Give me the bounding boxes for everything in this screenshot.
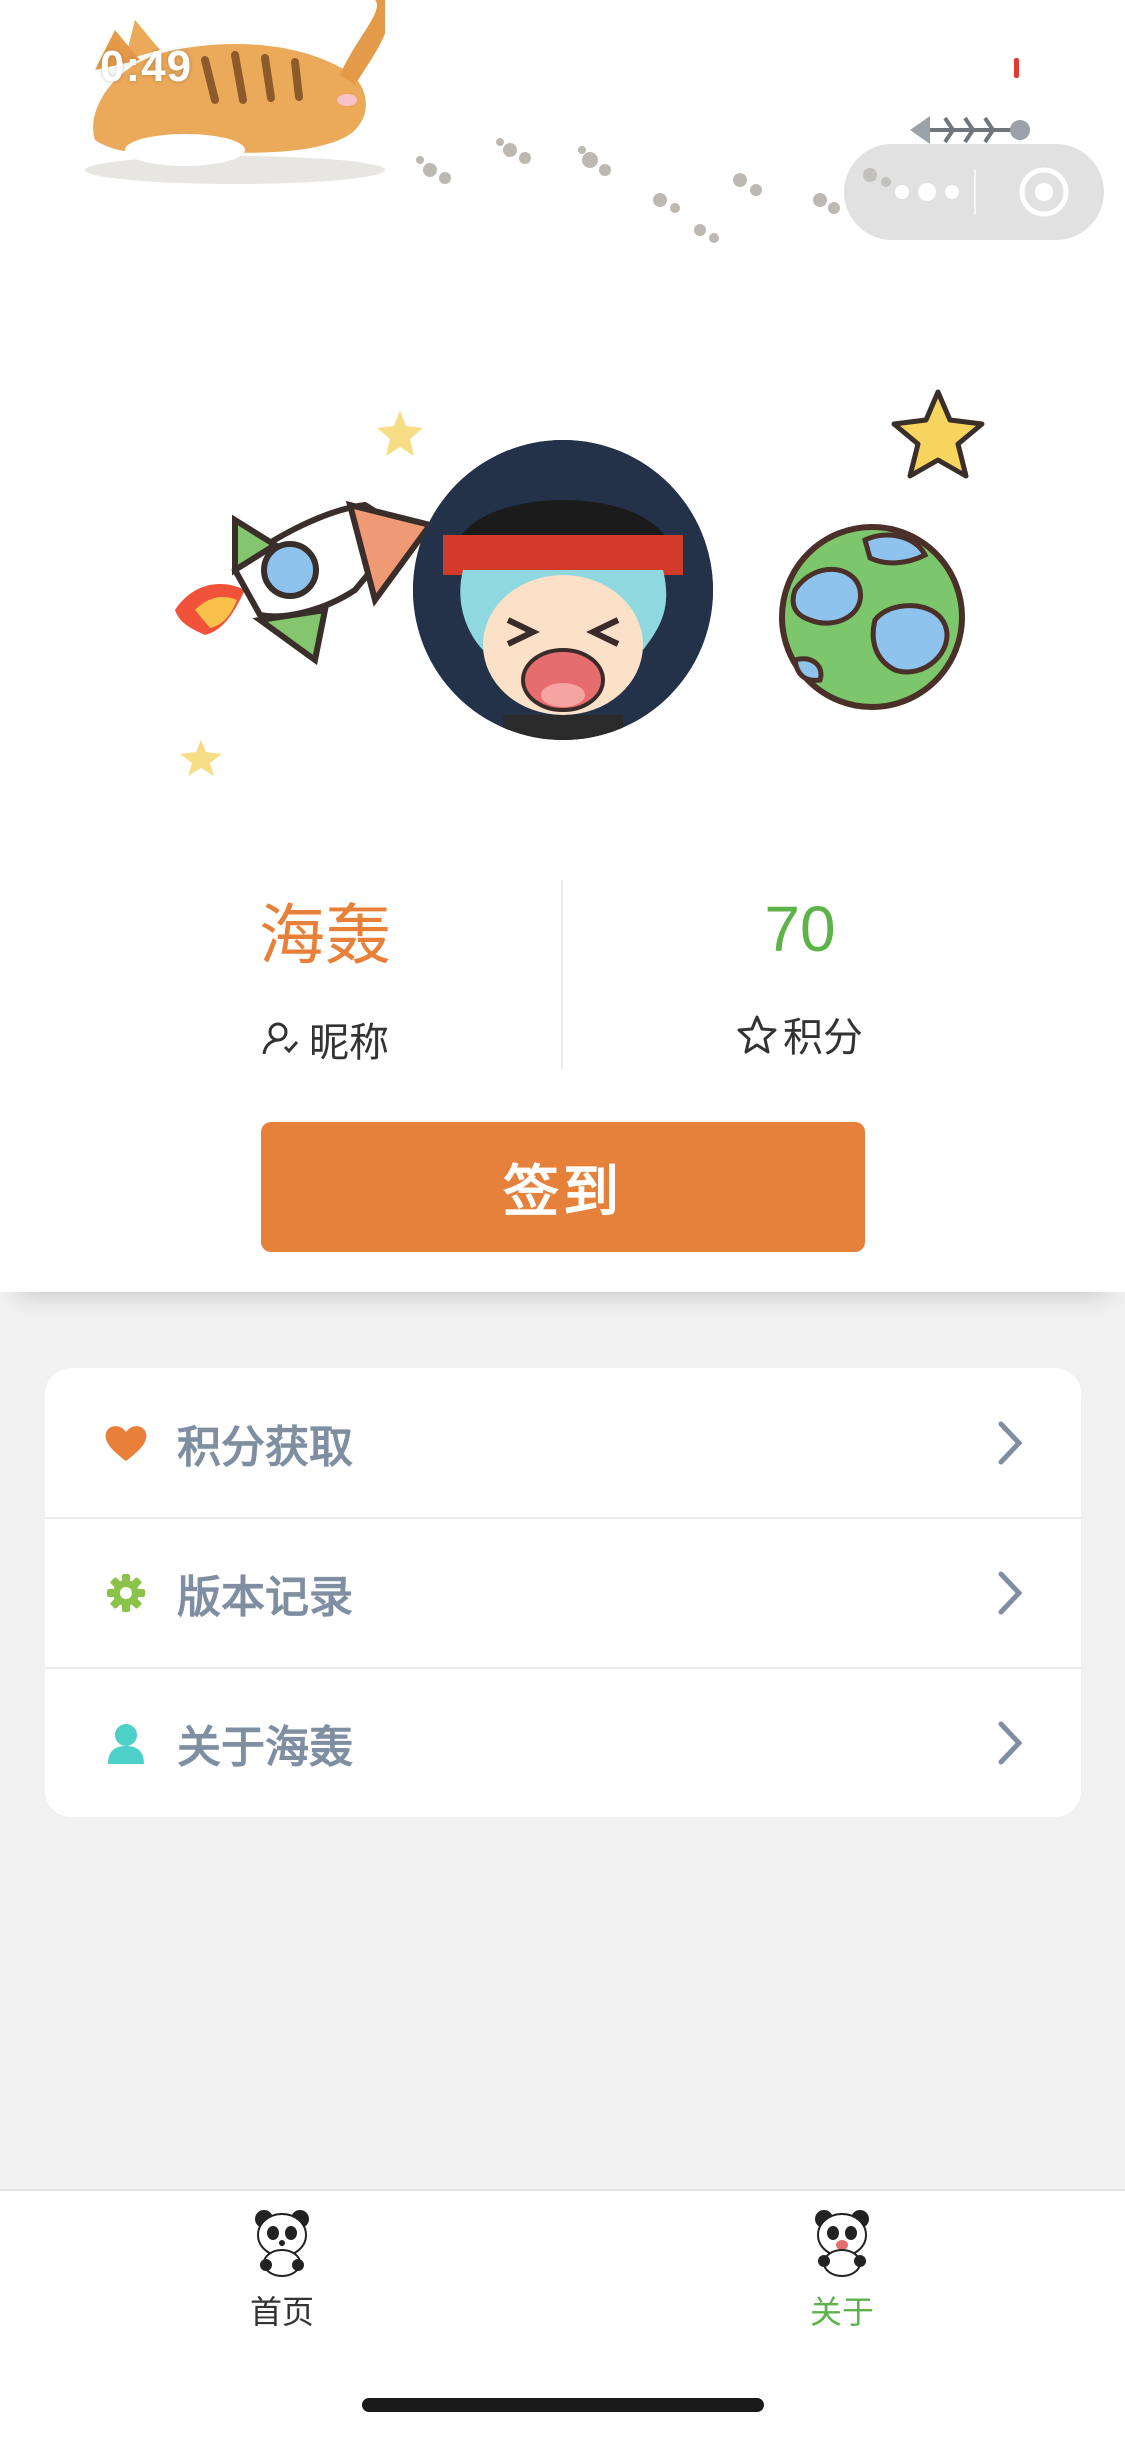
user-avatar[interactable] [413,440,713,740]
menu-item-label: 积分获取 [177,1421,353,1473]
status-bar-time: 0:49 [100,42,193,91]
menu-item-label: 版本记录 [177,1571,353,1623]
star-decoration-right [891,389,985,479]
chevron-right-icon [998,1421,1023,1464]
sign-in-button[interactable]: 签到 [261,1122,865,1252]
tab-home[interactable]: 首页 [182,2205,382,2333]
miniprogram-capsule [844,144,1104,240]
chevron-right-icon [998,1571,1023,1614]
home-indicator[interactable] [362,2398,764,2412]
gear-icon [103,1570,149,1616]
battery-indicator [1014,58,1019,78]
chevron-right-icon [998,1721,1023,1764]
points-label-group: 积分 [640,1005,960,1063]
user-icon [262,1022,299,1055]
tab-label-about: 关于 [809,2293,874,2331]
points-value: 70 [764,893,836,965]
star-decoration-left-bottom [180,740,222,776]
tab-label-home: 首页 [249,2293,314,2331]
panda-icon [815,2210,869,2277]
earth-illustration [779,524,965,710]
star-decoration-small [377,410,423,456]
menu-item-about[interactable]: 关于海轰 [45,1668,1081,1817]
panda-icon [255,2210,309,2277]
running-cat-illustration [85,0,385,184]
nickname-value: 海轰 [259,897,391,974]
tab-about[interactable]: 关于 [742,2205,942,2333]
close-miniprogram-icon[interactable] [1014,144,1074,240]
heart-icon [103,1420,149,1466]
stats-divider [561,880,563,1070]
rocket-illustration [175,500,436,666]
star-outline-icon [737,1015,777,1054]
menu-item-version-history[interactable]: 版本记录 [45,1518,1081,1667]
menu-list: 积分获取 版本记录 关于海轰 [45,1368,1081,1817]
menu-item-label: 关于海轰 [177,1721,353,1773]
person-icon [103,1720,149,1766]
nickname-label-group: 昵称 [165,1010,485,1068]
profile-header-card: 0:49 海轰 昵称 70 积分 签到 [0,0,1125,1292]
nickname-label-text: 昵称 [309,1020,389,1066]
capsule-divider [974,170,976,214]
menu-item-points-earning[interactable]: 积分获取 [45,1368,1081,1517]
points-label-text: 积分 [783,1015,863,1061]
more-options-icon[interactable] [882,144,972,240]
